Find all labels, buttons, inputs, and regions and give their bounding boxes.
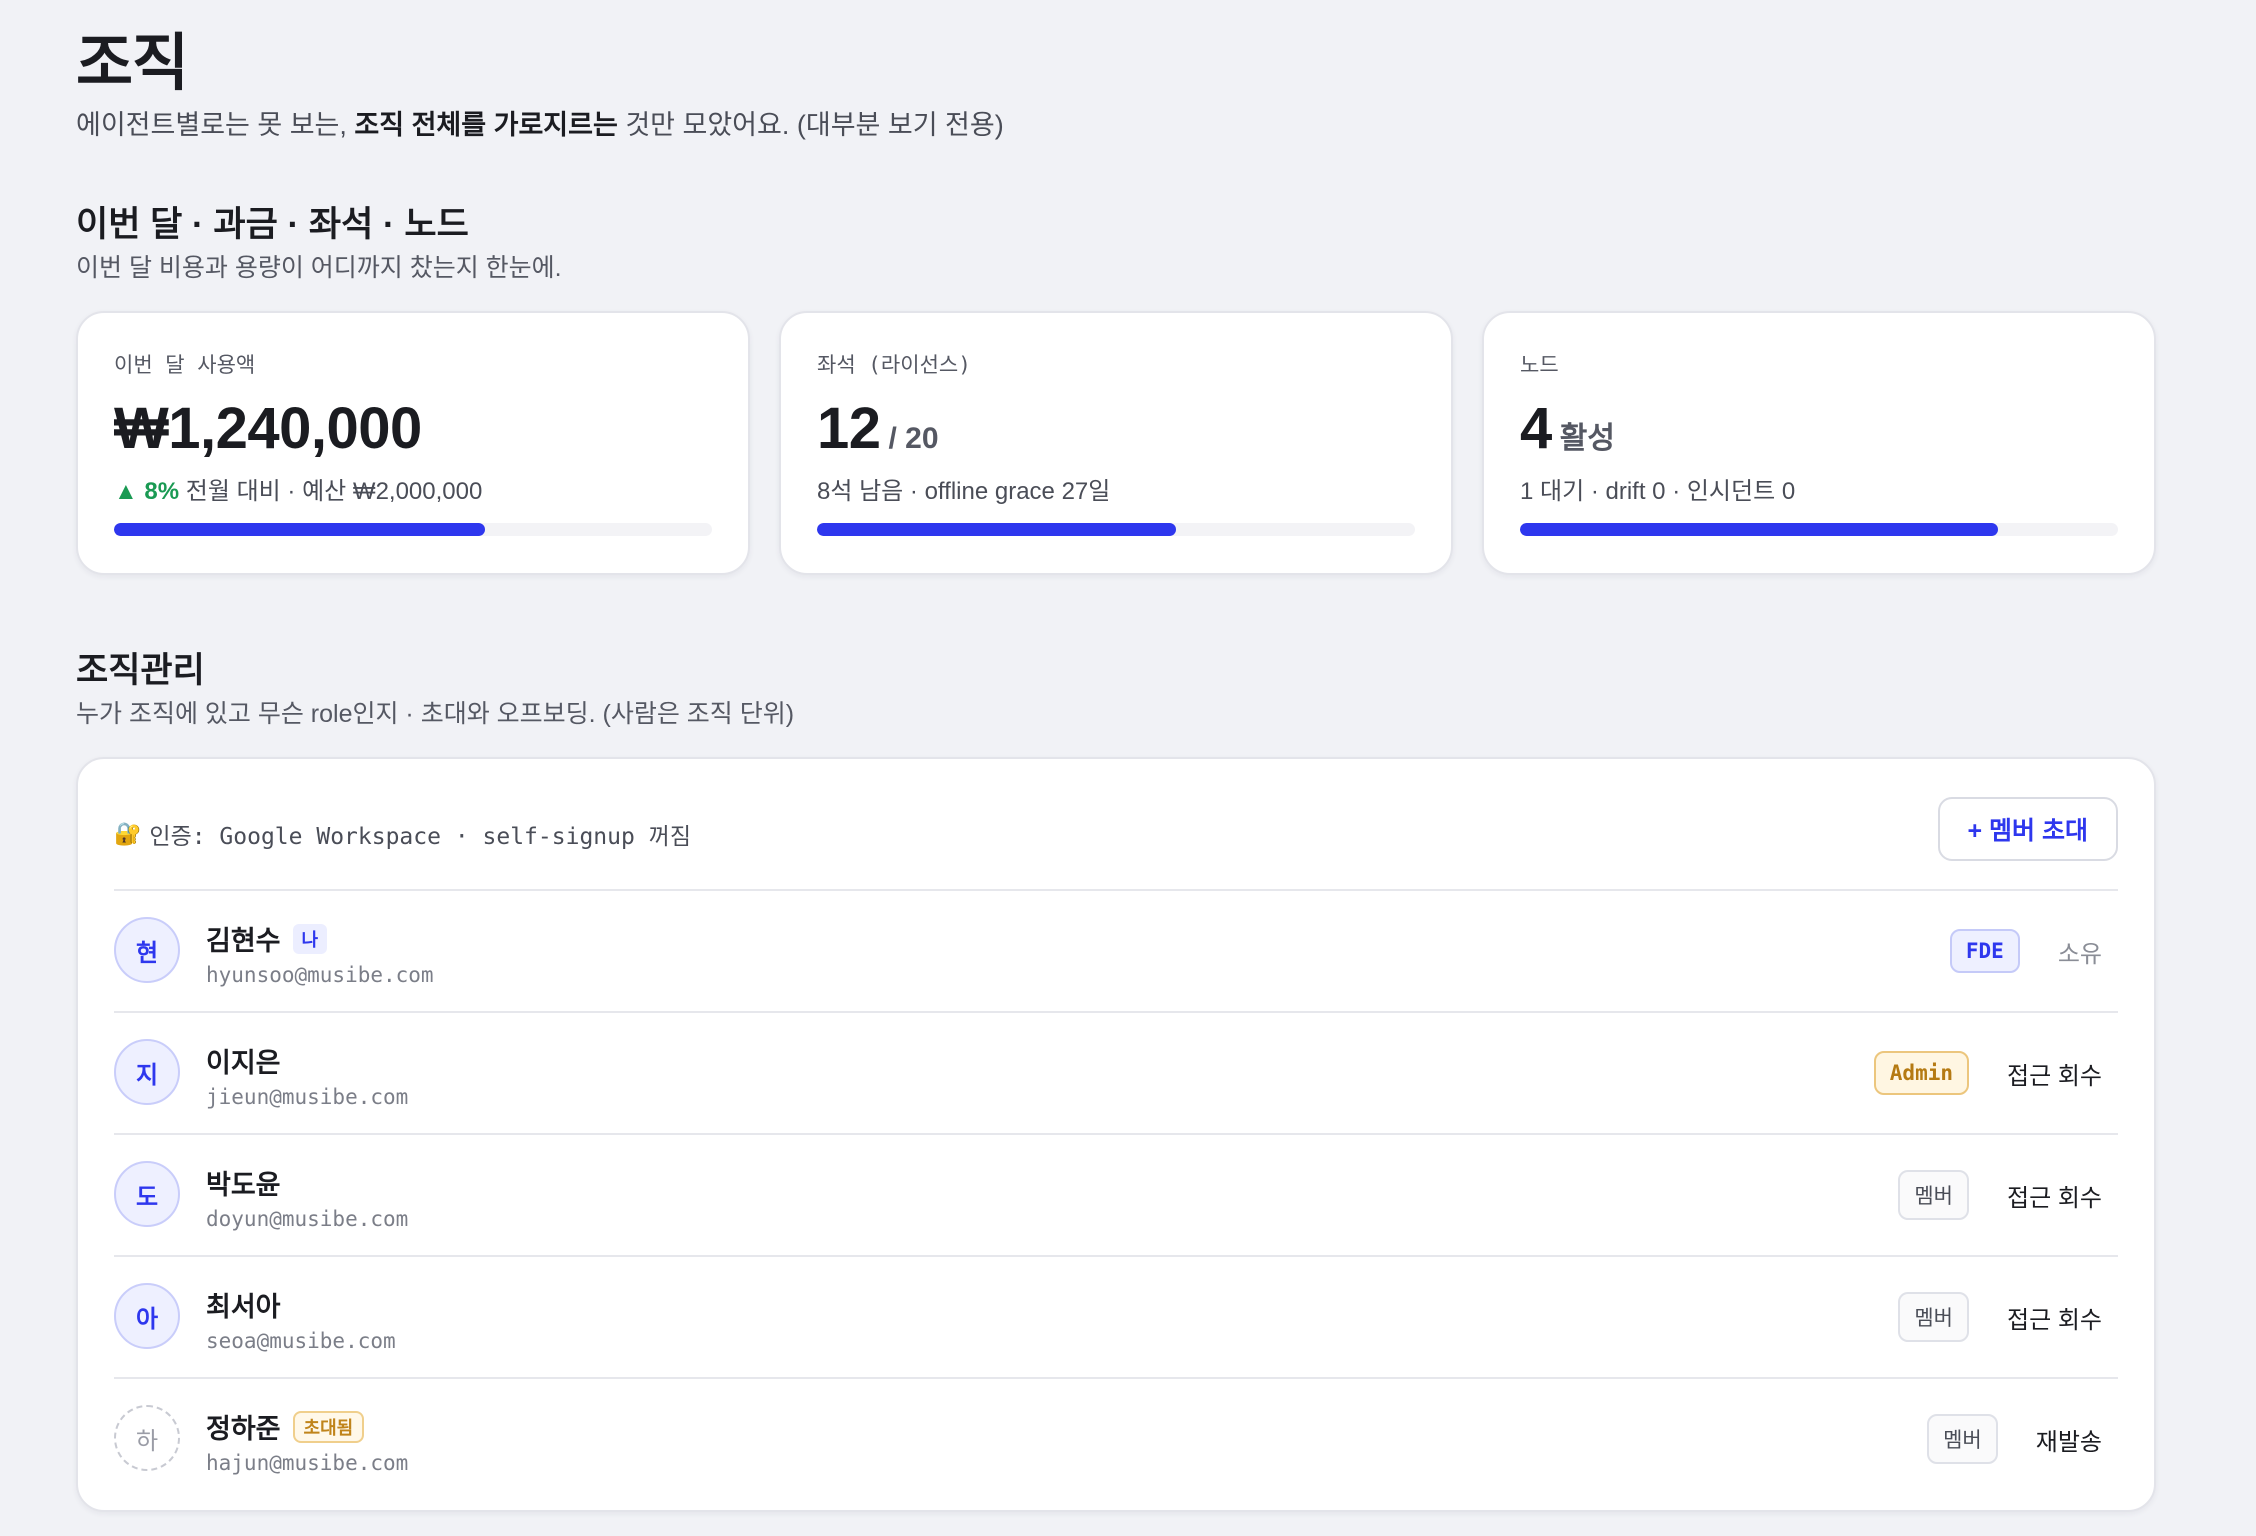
member-controls: 멤버 접근 회수 [1898,1257,2102,1377]
stat-main: 4 활성 [1520,395,1615,462]
revoke-access-button[interactable]: 접근 회수 [2007,1178,2102,1213]
stat-sub: 8석 남음 · offline grace 27일 [817,478,1111,505]
member-name-text: 박도윤 [206,1170,281,1200]
member-row: 현 김현수 나 hyunsoo@musibe.com FDE 소유 [114,889,2118,1011]
member-name-text: 정하준 [206,1414,281,1444]
stat-main: ₩1,240,000 [114,395,422,462]
member-email: hajun@musibe.com [206,1451,409,1475]
auth-info: 🔐 인증: Google Workspace · self-signup 꺼짐 [114,817,691,851]
member-name: 박도윤 [206,1163,281,1202]
member-row: 지 이지은 jieun@musibe.com Admin 접근 회수 [114,1011,2118,1133]
role-badge-member: 멤버 [1927,1414,1998,1464]
stat-label: 이번 달 사용액 [114,353,256,377]
member-email: hyunsoo@musibe.com [206,963,434,987]
member-email: jieun@musibe.com [206,1085,409,1109]
role-badge-admin: Admin [1873,1051,1969,1095]
usage-section-description: 이번 달 비용과 용량이 어디까지 찼는지 한눈에. [76,254,562,282]
member-name: 최서아 [206,1285,281,1324]
member-email: seoa@musibe.com [206,1329,396,1353]
revoke-access-button[interactable]: 접근 회수 [2007,1300,2102,1335]
revoke-access-button[interactable]: 접근 회수 [2007,1056,2102,1091]
nodes-stat-card: 노드 4 활성 1 대기 · drift 0 · 인시던트 0 [1482,311,2156,575]
avatar: 현 [114,917,180,983]
page-subtitle: 에이전트별로는 못 보는, 조직 전체를 가로지르는 것만 모았어요. (대부분… [76,103,1004,142]
org-page: 조직 에이전트별로는 못 보는, 조직 전체를 가로지르는 것만 모았어요. (… [0,0,2256,1536]
owner-label: 소유 [2057,940,2102,968]
stat-label: 좌석 (라이선스) [817,353,971,377]
member-email: doyun@musibe.com [206,1207,409,1231]
member-row: 도 박도윤 doyun@musibe.com 멤버 접근 회수 [114,1133,2118,1255]
seats-stat-card: 좌석 (라이선스) 12/ 20 8석 남음 · offline grace 2… [779,311,1453,575]
me-badge: 나 [292,923,328,954]
nodes-progress-fill [1520,523,1999,536]
usage-stat-card: 이번 달 사용액 ₩1,240,000 ▲ 8% 전월 대비 · 예산 ₩2,0… [76,311,750,575]
role-badge-member: 멤버 [1898,1170,1969,1220]
role-badge-member: 멤버 [1898,1292,1969,1342]
member-name-text: 이지은 [206,1048,281,1078]
usage-section-title: 이번 달 · 과금 · 좌석 · 노드 [76,205,469,244]
avatar: 도 [114,1161,180,1227]
avatar-pending: 하 [114,1405,180,1471]
stat-suffix: 활성 [1559,422,1615,455]
member-name-text: 최서아 [206,1292,281,1322]
member-controls: 멤버 접근 회수 [1898,1135,2102,1255]
stat-value: ₩1,240,000 [114,396,422,461]
auth-text: 인증: Google Workspace · self-signup 꺼짐 [149,824,692,850]
page-title: 조직 [76,29,189,98]
avatar: 아 [114,1283,180,1349]
org-section-title: 조직관리 [76,651,205,690]
member-name: 김현수 나 [206,919,328,958]
avatar: 지 [114,1039,180,1105]
members-card: 🔐 인증: Google Workspace · self-signup 꺼짐 +… [76,757,2156,1512]
usage-progress-fill [114,523,485,536]
member-name: 이지은 [206,1041,281,1080]
member-controls: 멤버 재발송 [1927,1379,2102,1499]
member-list: 현 김현수 나 hyunsoo@musibe.com FDE 소유 지 이지은 j… [114,889,2118,1499]
subtitle-emphasis: 조직 전체를 가로지르는 [354,110,618,140]
stat-value: 4 [1520,396,1552,461]
member-row: 하 정하준 초대됨 hajun@musibe.com 멤버 재발송 [114,1377,2118,1499]
stat-label: 노드 [1520,353,1559,377]
member-row: 아 최서아 seoa@musibe.com 멤버 접근 회수 [114,1255,2118,1377]
stat-sub-text: 전월 대비 · 예산 ₩2,000,000 [179,478,483,505]
lock-icon: 🔐 [114,821,142,847]
role-badge-fde: FDE [1949,929,2020,973]
member-name-text: 김현수 [206,926,281,956]
invited-badge: 초대됨 [292,1410,365,1443]
nodes-progress-bar [1520,523,2118,536]
stat-value: 12 [817,396,881,461]
seats-progress-bar [817,523,1415,536]
stat-main: 12/ 20 [817,395,939,462]
stat-sub: 1 대기 · drift 0 · 인시던트 0 [1520,478,1796,505]
stat-sub: ▲ 8% 전월 대비 · 예산 ₩2,000,000 [114,471,482,506]
member-name: 정하준 초대됨 [206,1407,365,1446]
member-controls: Admin 접근 회수 [1873,1013,2102,1133]
usage-progress-bar [114,523,712,536]
org-section-description: 누가 조직에 있고 무슨 role인지 · 초대와 오프보딩. (사람은 조직 … [76,700,795,728]
invite-member-button[interactable]: + 멤버 초대 [1937,797,2118,861]
trend-up-indicator: ▲ 8% [114,478,180,505]
subtitle-text: 것만 모았어요. (대부분 보기 전용) [617,110,1004,140]
seats-progress-fill [817,523,1176,536]
subtitle-text: 에이전트별로는 못 보는, [76,110,355,140]
stat-suffix: / 20 [888,422,939,455]
member-controls: FDE 소유 [1949,891,2102,1011]
resend-invite-button[interactable]: 재발송 [2036,1422,2102,1457]
